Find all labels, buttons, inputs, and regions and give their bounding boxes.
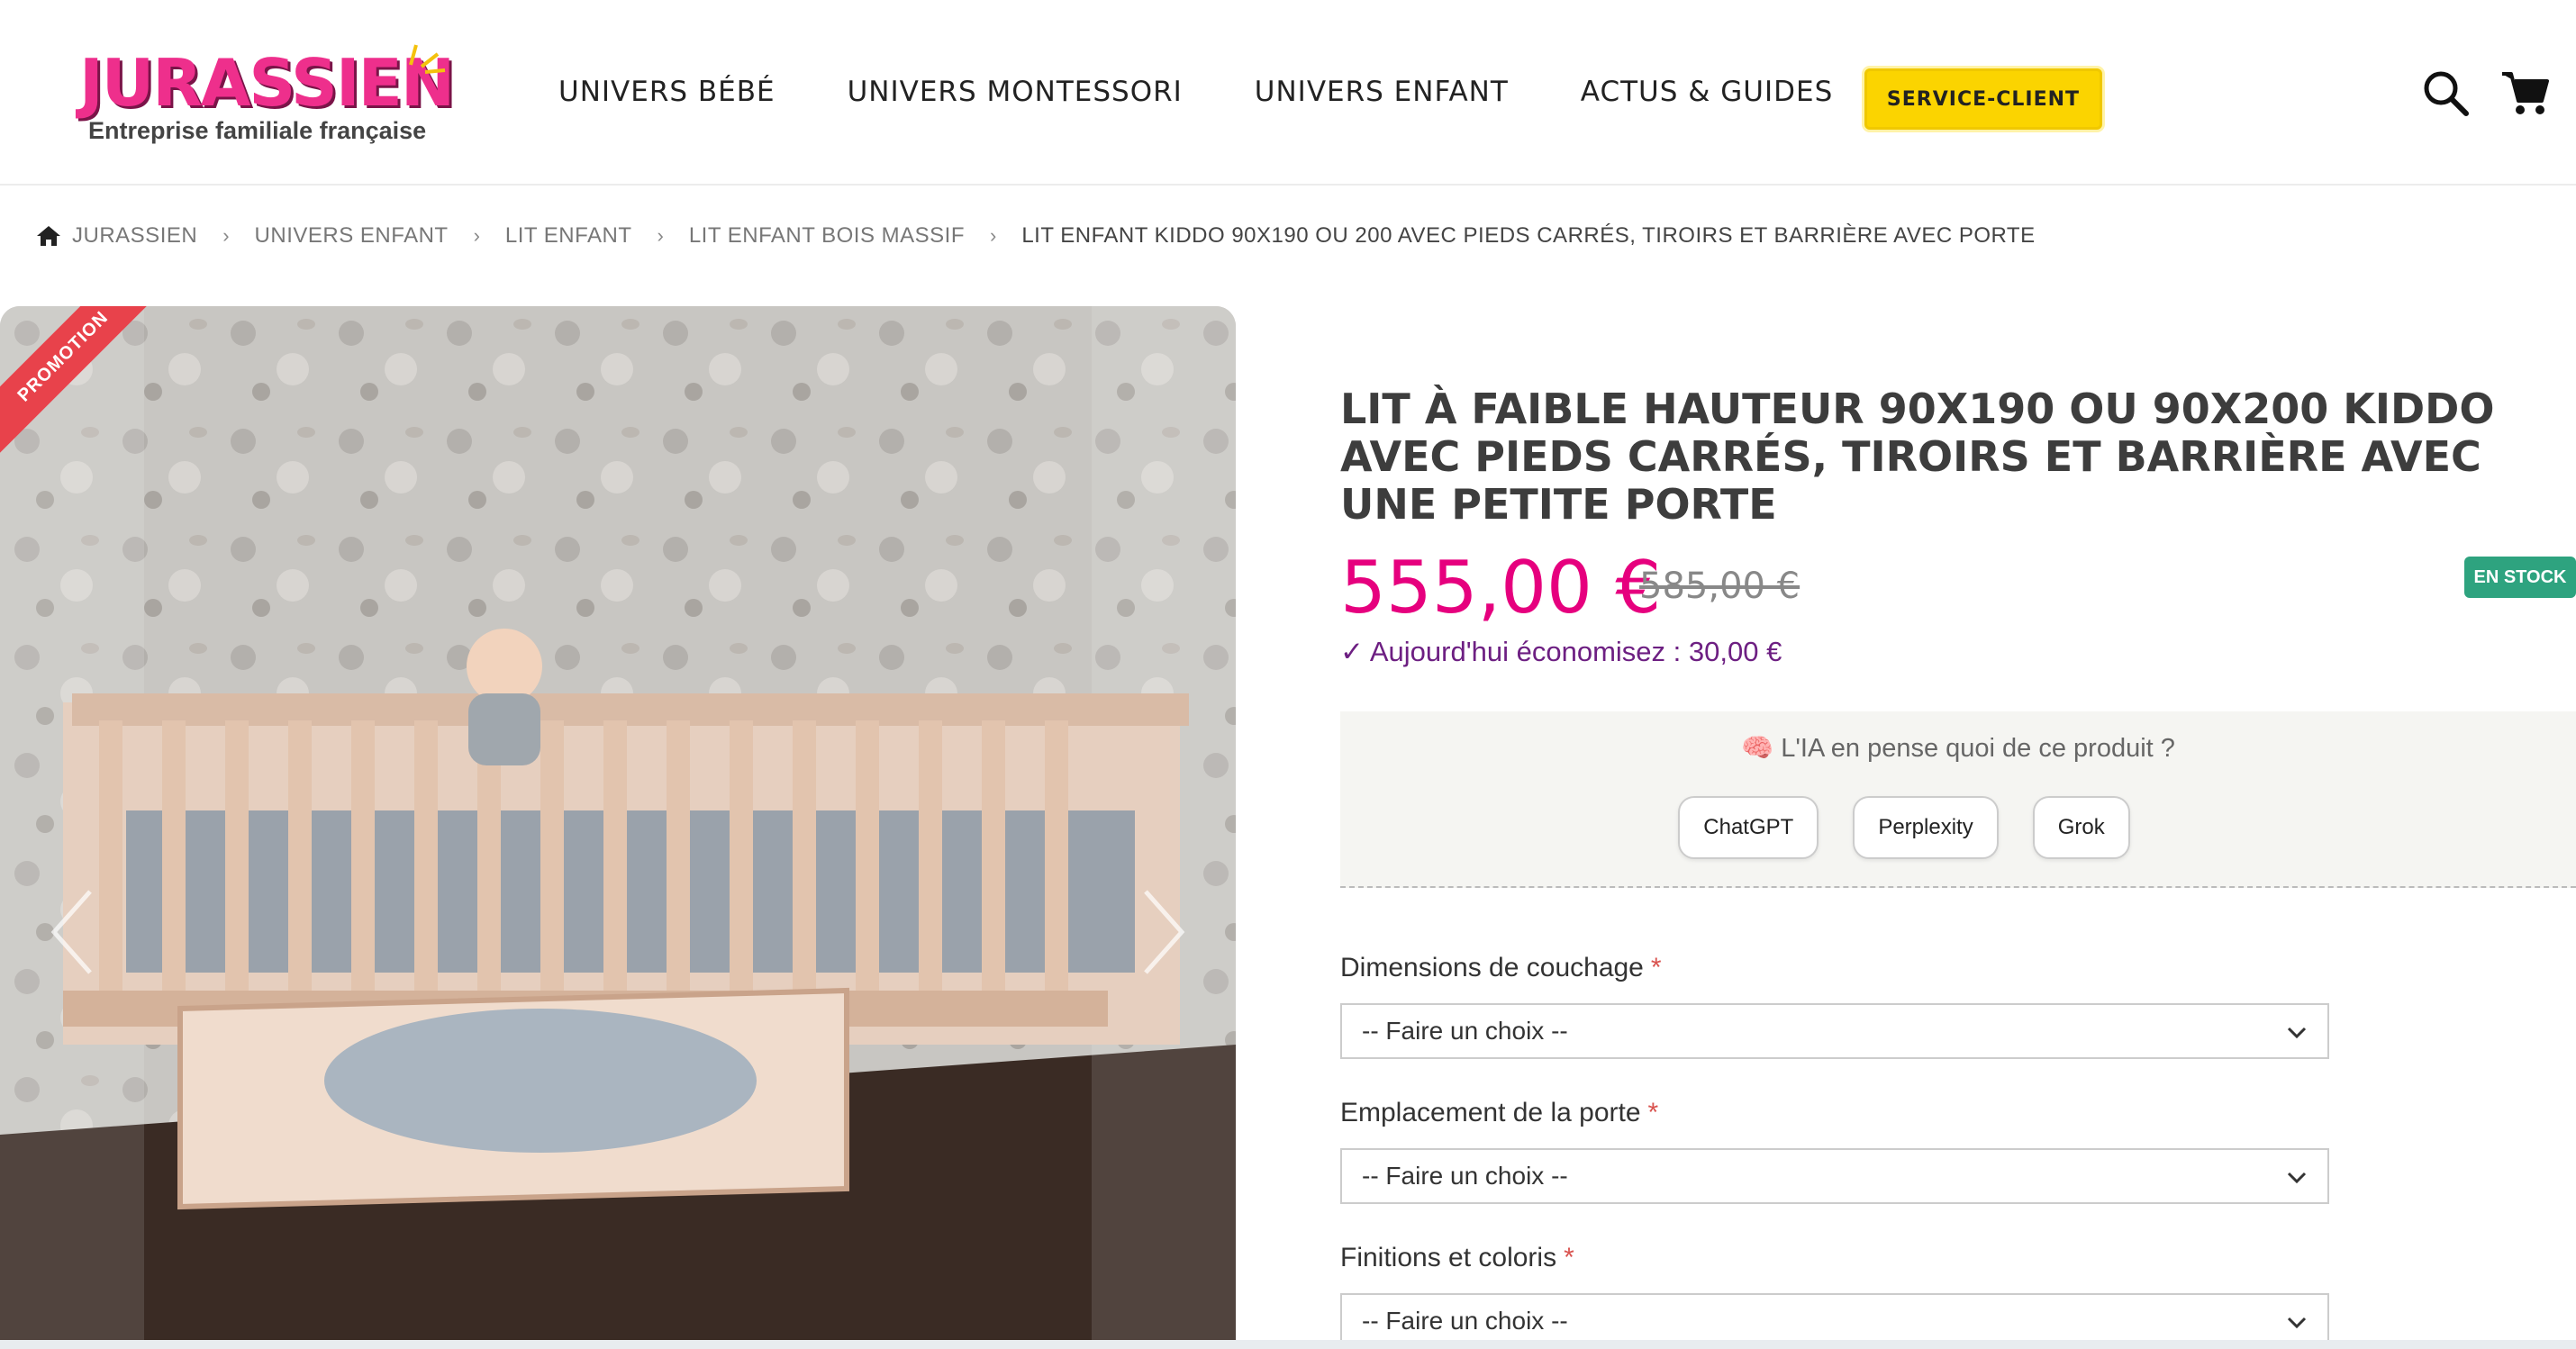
- chevron-down-icon: [2287, 1317, 2307, 1329]
- home-icon[interactable]: [36, 224, 61, 248]
- stock-badge: EN STOCK: [2464, 557, 2576, 598]
- select-value: -- Faire un choix --: [1362, 1307, 1568, 1335]
- chevron-right-icon: ›: [222, 224, 230, 247]
- breadcrumb-lit-enfant[interactable]: LIT ENFANT: [505, 223, 632, 249]
- chevron-right-icon: ›: [990, 224, 997, 247]
- product-title: LIT À FAIBLE HAUTEUR 90X190 OU 90X200 KI…: [1340, 385, 2495, 529]
- breadcrumb-univers-enfant[interactable]: UNIVERS ENFANT: [255, 223, 449, 249]
- main-nav: UNIVERS BÉBÉ UNIVERS MONTESSORI UNIVERS …: [558, 76, 1905, 108]
- nav-univers-enfant[interactable]: UNIVERS ENFANT: [1255, 76, 1509, 108]
- search-icon[interactable]: [2421, 68, 2472, 119]
- page-bottom-edge: [0, 1340, 2576, 1349]
- option-label-text: Finitions et coloris: [1340, 1243, 1557, 1272]
- arrow-right-icon[interactable]: [1137, 883, 1191, 982]
- product-image[interactable]: PROMOTION: [0, 306, 1236, 1349]
- perplexity-button[interactable]: Perplexity: [1853, 796, 1999, 859]
- product-old-price: 585,00 €: [1639, 566, 1800, 607]
- ai-question: 🧠 L'IA en pense quoi de ce produit ?: [1741, 734, 2175, 763]
- required-asterisk: *: [1564, 1243, 1574, 1272]
- option-label-text: Dimensions de couchage: [1340, 953, 1644, 982]
- breadcrumb-lit-bois-massif[interactable]: LIT ENFANT BOIS MASSIF: [689, 223, 965, 249]
- chevron-right-icon: ›: [657, 224, 664, 247]
- dimensions-select[interactable]: -- Faire un choix --: [1340, 1003, 2329, 1059]
- logo-tagline: Entreprise familiale française: [88, 117, 427, 144]
- nav-univers-bebe[interactable]: UNIVERS BÉBÉ: [558, 76, 776, 108]
- option-label-porte: Emplacement de la porte *: [1340, 1098, 1658, 1128]
- saving-text: ✓ Aujourd'hui économisez : 30,00 €: [1340, 636, 1782, 667]
- select-value: -- Faire un choix --: [1362, 1017, 1568, 1045]
- nav-actus-guides[interactable]: ACTUS & GUIDES: [1581, 76, 1833, 108]
- required-asterisk: *: [1650, 953, 1662, 982]
- nav-univers-montessori[interactable]: UNIVERS MONTESSORI: [848, 76, 1183, 108]
- ai-opinion-box: 🧠 L'IA en pense quoi de ce produit ? Cha…: [1340, 711, 2576, 888]
- select-value: -- Faire un choix --: [1362, 1162, 1568, 1190]
- chevron-down-icon: [2287, 1027, 2307, 1039]
- breadcrumb-home[interactable]: JURASSIEN: [72, 223, 197, 249]
- chevron-right-icon: ›: [473, 224, 480, 247]
- sparkle-icon: [409, 44, 446, 74]
- logo[interactable]: JURASSIEN Entreprise familiale française: [79, 38, 455, 155]
- option-label-finitions: Finitions et coloris *: [1340, 1243, 1574, 1273]
- product-price: 555,00 €: [1340, 546, 1662, 629]
- arrow-left-icon[interactable]: [45, 883, 99, 982]
- service-client-button[interactable]: SERVICE-CLIENT: [1864, 68, 2102, 130]
- option-label-text: Emplacement de la porte: [1340, 1098, 1641, 1127]
- breadcrumb: JURASSIEN › UNIVERS ENFANT › LIT ENFANT …: [36, 223, 2036, 249]
- required-asterisk: *: [1647, 1098, 1659, 1127]
- option-label-dimensions: Dimensions de couchage *: [1340, 953, 1662, 983]
- chevron-down-icon: [2287, 1172, 2307, 1184]
- ai-buttons: ChatGPT Perplexity Grok: [1340, 796, 2576, 859]
- chatgpt-button[interactable]: ChatGPT: [1678, 796, 1819, 859]
- cart-icon[interactable]: [2500, 68, 2551, 119]
- porte-select[interactable]: -- Faire un choix --: [1340, 1148, 2329, 1204]
- bed-photo: [0, 306, 1236, 1349]
- grok-button[interactable]: Grok: [2032, 796, 2130, 859]
- breadcrumb-current: LIT ENFANT KIDDO 90X190 OU 200 AVEC PIED…: [1021, 223, 2036, 248]
- site-header: JURASSIEN Entreprise familiale française…: [0, 0, 2576, 186]
